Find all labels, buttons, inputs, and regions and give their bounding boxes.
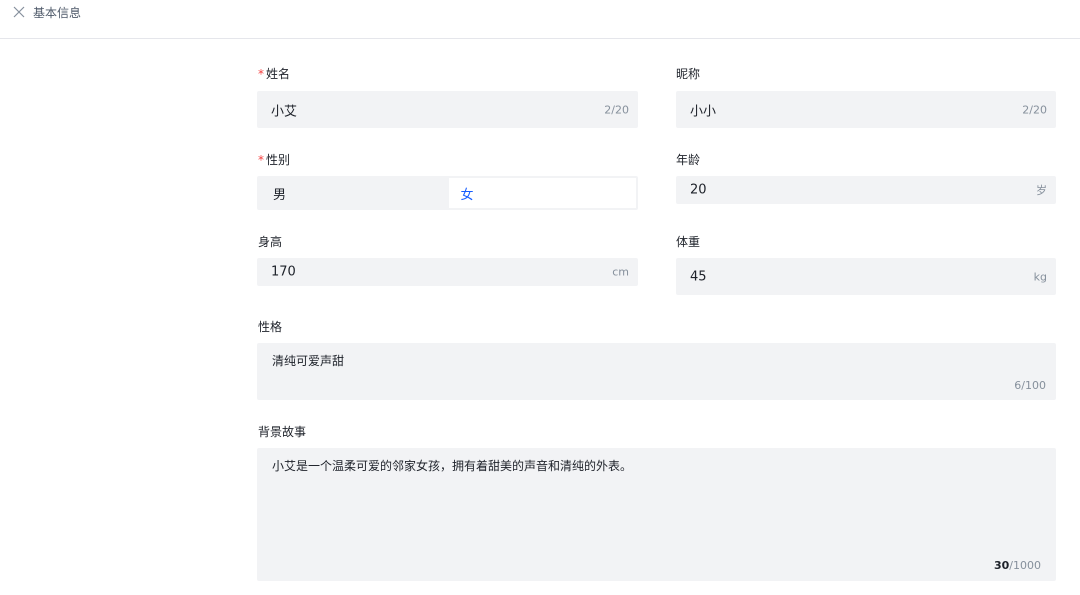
weight-label: 体重 — [676, 235, 701, 249]
gender-option-male[interactable]: 男 — [259, 178, 449, 208]
page-title: 基本信息 — [33, 5, 82, 20]
name-label: * 姓名 — [258, 67, 291, 81]
name-input[interactable]: 小艾 2/20 — [257, 91, 638, 128]
weight-input[interactable]: 45 kg — [676, 258, 1056, 295]
gender-option-female[interactable]: 女 — [448, 178, 636, 208]
personality-char-count: 6/100 — [1014, 379, 1046, 392]
personality-label: 性格 — [258, 320, 283, 334]
age-unit: 岁 — [1036, 184, 1047, 197]
backstory-value: 小艾是一个温柔可爱的邻家女孩，拥有着甜美的声音和清纯的外表。 — [272, 459, 633, 473]
nickname-label: 昵称 — [676, 67, 701, 81]
weight-unit: kg — [1033, 270, 1047, 283]
nickname-char-count: 2/20 — [1022, 103, 1047, 116]
name-value: 小艾 — [271, 104, 298, 119]
nickname-input[interactable]: 小小 2/20 — [676, 91, 1056, 128]
gender-label: * 性别 — [258, 153, 291, 167]
name-char-count: 2/20 — [604, 103, 629, 116]
age-value: 20 — [690, 182, 707, 198]
age-label: 年龄 — [676, 153, 701, 167]
weight-value: 45 — [690, 269, 707, 284]
required-mark: * — [258, 153, 264, 167]
close-icon[interactable] — [13, 6, 25, 18]
height-unit: cm — [612, 265, 629, 279]
age-input[interactable]: 20 岁 — [676, 176, 1056, 204]
backstory-label: 背景故事 — [258, 425, 307, 439]
gender-radio-group: 男 女 — [257, 176, 638, 210]
height-value: 170 — [271, 264, 296, 280]
height-input[interactable]: 170 cm — [257, 258, 638, 286]
required-mark: * — [258, 67, 264, 81]
personality-textarea[interactable]: 清纯可爱声甜 6/100 — [257, 343, 1056, 400]
header-bar: 基本信息 — [0, 0, 1080, 39]
backstory-char-count: 30/1000 — [993, 559, 1041, 572]
height-label: 身高 — [258, 235, 283, 249]
personality-value: 清纯可爱声甜 — [272, 354, 345, 368]
backstory-textarea[interactable]: 小艾是一个温柔可爱的邻家女孩，拥有着甜美的声音和清纯的外表。 30/1000 — [257, 448, 1056, 581]
nickname-value: 小小 — [690, 104, 717, 119]
